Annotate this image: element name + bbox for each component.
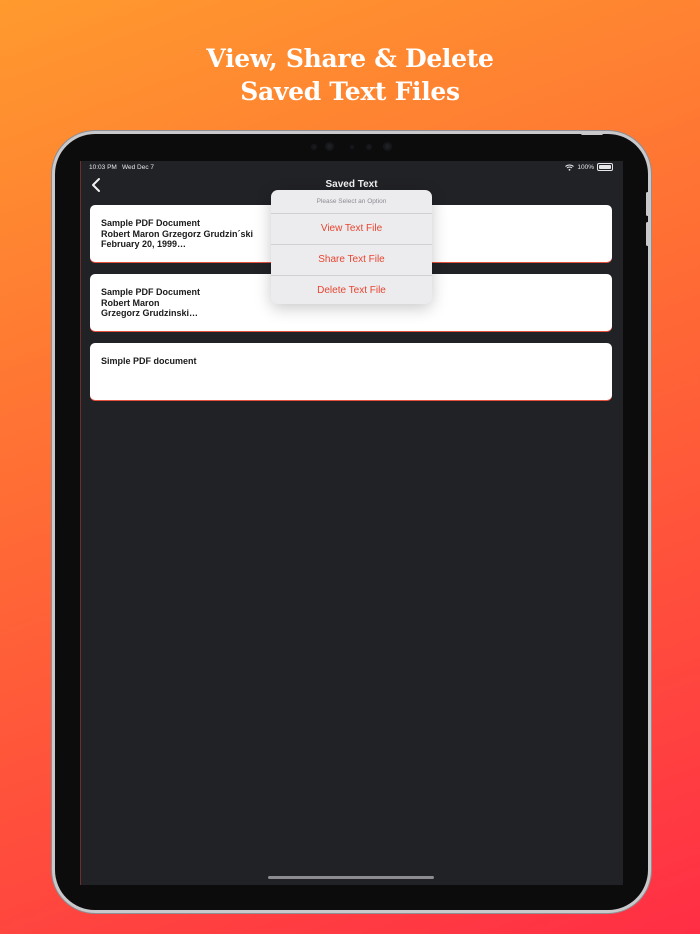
screen-edge-line bbox=[80, 161, 81, 885]
file-line: Robert Maron bbox=[101, 297, 160, 308]
file-card-text: Sample PDF Document Robert Maron Grzegor… bbox=[101, 218, 253, 250]
battery-percentage: 100% bbox=[577, 163, 594, 171]
file-line: Grzegorz Grudzinski… bbox=[101, 308, 199, 318]
ipad-frame: 10:03 PM Wed Dec 7 100% Saved Text Sampl… bbox=[55, 132, 649, 910]
status-time: 10:03 PM bbox=[89, 164, 117, 171]
delete-text-file-option[interactable]: Delete Text File bbox=[271, 276, 432, 304]
share-text-file-option[interactable]: Share Text File bbox=[271, 245, 432, 276]
battery-icon bbox=[597, 163, 613, 171]
file-line: Robert Maron Grzegorz Grudzin´ski bbox=[101, 228, 254, 239]
top-button bbox=[581, 132, 603, 135]
status-bar: 10:03 PM Wed Dec 7 100% bbox=[80, 163, 623, 175]
headline-line-1: View, Share & Delete bbox=[206, 44, 494, 73]
file-line: Sample PDF Document bbox=[101, 287, 201, 297]
status-date: Wed Dec 7 bbox=[122, 164, 155, 171]
volume-up-button bbox=[646, 192, 649, 216]
sensor-dot bbox=[311, 144, 317, 150]
page-title: Saved Text bbox=[325, 179, 378, 190]
camera-array bbox=[307, 142, 397, 152]
front-camera bbox=[325, 142, 334, 151]
wifi-icon bbox=[565, 164, 575, 171]
status-right: 100% bbox=[565, 163, 613, 171]
indicator-dot bbox=[350, 145, 354, 149]
file-card-text: Sample PDF Document Robert Maron Grzegor… bbox=[101, 287, 200, 319]
home-indicator[interactable] bbox=[268, 876, 434, 879]
headline-line-2: Saved Text Files bbox=[240, 77, 460, 106]
view-text-file-option[interactable]: View Text File bbox=[271, 214, 432, 245]
popover-header: Please Select an Option bbox=[271, 190, 432, 214]
face-id-sensor bbox=[383, 142, 392, 151]
file-card[interactable]: Simple PDF document bbox=[90, 343, 612, 400]
file-line: Simple PDF document bbox=[101, 356, 197, 366]
file-line: Sample PDF Document bbox=[101, 218, 201, 228]
sensor-dot bbox=[366, 144, 372, 150]
options-popover: Please Select an Option View Text File S… bbox=[271, 190, 432, 304]
file-line: February 20, 1999… bbox=[101, 239, 187, 249]
file-card-text: Simple PDF document bbox=[101, 356, 197, 367]
promo-headline: View, Share & Delete Saved Text Files bbox=[0, 42, 700, 108]
app-screen: 10:03 PM Wed Dec 7 100% Saved Text Sampl… bbox=[80, 161, 623, 885]
volume-down-button bbox=[646, 222, 649, 246]
